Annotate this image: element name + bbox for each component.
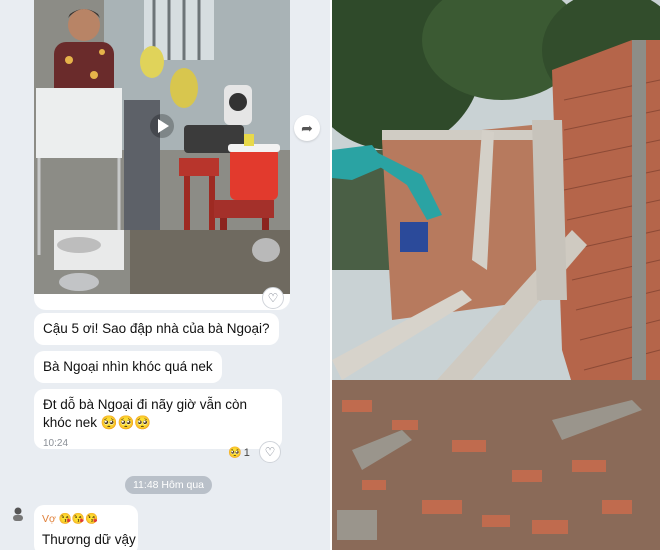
photo-heart-button[interactable]: ♡ bbox=[262, 287, 284, 309]
message-text: Bà Ngoại nhìn khóc quá nek bbox=[43, 359, 213, 374]
reaction-count: 1 bbox=[243, 446, 250, 459]
message-text: Đt dỗ bà Ngoại đi nãy giờ vẫn còn khóc n… bbox=[43, 397, 247, 430]
heart-icon: ♡ bbox=[264, 445, 276, 459]
message-text: Cậu 5 ơi! Sao đập nhà của bà Ngoại? bbox=[43, 321, 270, 336]
heart-icon: ♡ bbox=[267, 291, 279, 305]
message-bubble[interactable]: Bà Ngoại nhìn khóc quá nek bbox=[34, 351, 222, 383]
message-bubble[interactable]: Cậu 5 ơi! Sao đập nhà của bà Ngoại? bbox=[34, 313, 279, 345]
avatar-icon[interactable] bbox=[10, 506, 26, 522]
share-button[interactable]: ➦ bbox=[294, 115, 320, 141]
message-text: Thương dữ vậy bbox=[42, 532, 136, 547]
grandma-photo[interactable] bbox=[34, 0, 290, 294]
reaction-summary[interactable]: 🥺 1 bbox=[228, 446, 250, 460]
message-time: 10:24 bbox=[43, 438, 69, 449]
demolition-illustration bbox=[332, 0, 660, 550]
reply-bubble[interactable]: Vợ 😘😘😘 Thương dữ vậy bbox=[34, 505, 138, 550]
demolition-photo[interactable] bbox=[332, 0, 660, 550]
reaction-emoji: 🥺 bbox=[228, 447, 242, 459]
date-separator: 11:48 Hôm qua bbox=[125, 476, 213, 494]
photo-message[interactable]: ♡ bbox=[34, 0, 290, 310]
message-bubble[interactable]: Đt dỗ bà Ngoại đi nãy giờ vẫn còn khóc n… bbox=[34, 389, 282, 449]
message-heart-button[interactable]: ♡ bbox=[259, 441, 281, 463]
chat-panel: ♡ ➦ Cậu 5 ơi! Sao đập nhà của bà Ngoại? … bbox=[0, 0, 330, 550]
grandma-photo-illustration bbox=[34, 0, 290, 294]
share-arrow-icon: ➦ bbox=[301, 119, 313, 136]
sender-name: Vợ 😘😘😘 bbox=[42, 513, 99, 525]
